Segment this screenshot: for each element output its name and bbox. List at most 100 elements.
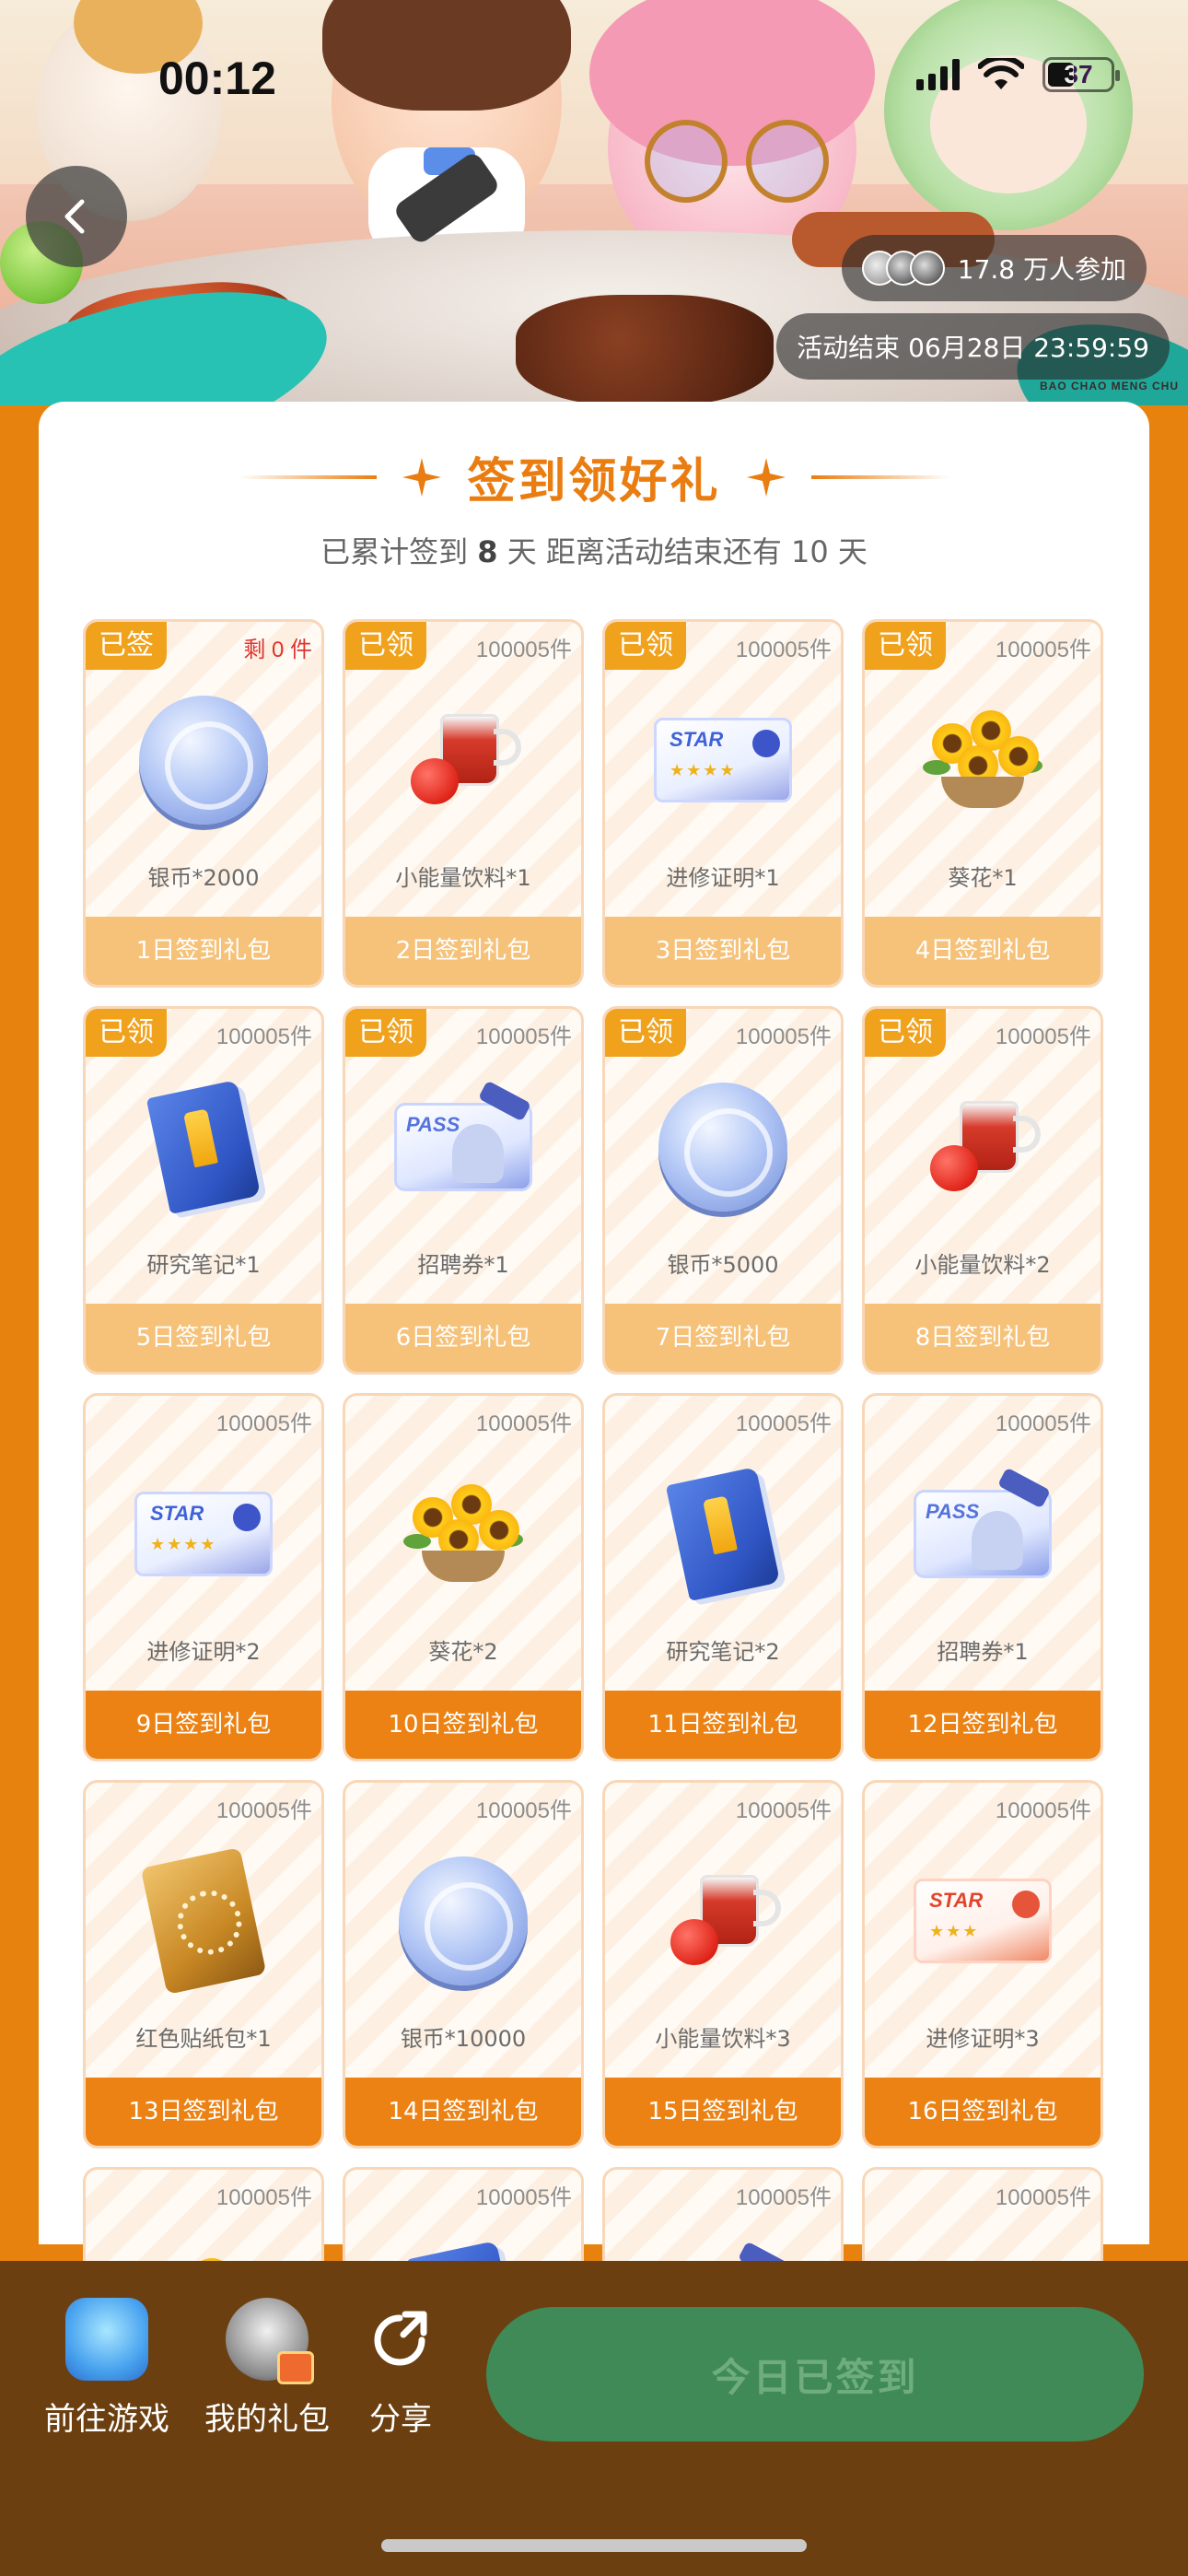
- remaining-count: 100005件: [735, 1025, 832, 1049]
- gift-name: 葵花*2: [428, 1639, 498, 1665]
- remaining-count: 100005件: [215, 1411, 312, 1436]
- gift-card[interactable]: 已领 100005件 银币*5000 7日签到礼包: [602, 1006, 844, 1375]
- remaining-count: 100005件: [995, 2185, 1091, 2210]
- gift-name: 招聘券*1: [937, 1639, 1029, 1665]
- gift-name: 研究笔记*1: [146, 1252, 261, 1278]
- gift-name: 进修证明*2: [146, 1639, 261, 1665]
- share-button[interactable]: 分享: [359, 2298, 442, 2439]
- go-to-game-button[interactable]: 前往游戏: [44, 2298, 169, 2439]
- gift-card[interactable]: 100005件 PASS 招聘券*1 12日签到礼包: [862, 1393, 1103, 1762]
- gift-name: 小能量饮料*1: [395, 865, 531, 891]
- home-indicator[interactable]: [381, 2539, 807, 2552]
- gift-name: 小能量饮料*3: [655, 2026, 791, 2052]
- gift-card[interactable]: 已领 100005件 STAR ★★★★ 进修证明*1 3日签到礼包: [602, 619, 844, 988]
- certificate-icon: STAR ★★★: [914, 1879, 1052, 1963]
- remaining-count: 100005件: [215, 2185, 312, 2210]
- gift-card[interactable]: 100005件 STAR ★★★ 进修证明*3 16日签到礼包: [862, 1780, 1103, 2149]
- gift-day-label: 10日签到礼包: [345, 1691, 581, 1759]
- claimed-badge: 已领: [865, 622, 946, 670]
- gift-image: STAR ★★★: [914, 1856, 1052, 1985]
- participants-pill: 17.8 万人参加: [841, 235, 1147, 301]
- gift-card[interactable]: 100005件 红色贴纸包*1 13日签到礼包: [83, 1780, 324, 2149]
- gift-day-label: 12日签到礼包: [865, 1691, 1101, 1759]
- cellular-signal-icon: [916, 59, 960, 90]
- claimed-badge: 已签: [86, 622, 167, 670]
- gift-image: [134, 1847, 273, 1995]
- silver-coin-icon: [139, 696, 268, 825]
- gift-day-label: 11日签到礼包: [605, 1691, 841, 1759]
- signed-today-button[interactable]: 今日已签到: [486, 2307, 1144, 2441]
- sparkle-icon: [746, 457, 786, 497]
- sunflower-icon: [914, 705, 1052, 815]
- gift-image: [654, 1856, 792, 1985]
- gift-card[interactable]: 已领 100005件 研究笔记*1 5日签到礼包: [83, 1006, 324, 1375]
- remaining-count: 100005件: [995, 1411, 1091, 1436]
- remaining-count: 100005件: [475, 638, 572, 662]
- gift-card[interactable]: 100005件 银币*10000 14日签到礼包: [343, 1780, 584, 2149]
- share-icon-wrap: [359, 2298, 442, 2381]
- claimed-badge: 已领: [605, 622, 686, 670]
- battery-icon: 37: [1042, 57, 1120, 92]
- event-end-time-text: 活动结束 06月28日 23:59:59: [797, 333, 1149, 363]
- event-end-time: 活动结束 06月28日 23:59:59: [776, 313, 1170, 380]
- gift-name: 红色贴纸包*1: [135, 2026, 272, 2052]
- gift-image: [394, 1469, 532, 1598]
- game-logo: BAO CHAO MENG CHU: [1040, 380, 1179, 392]
- remaining-count: 100005件: [735, 1798, 832, 1823]
- claimed-badge: 已领: [605, 1009, 686, 1057]
- gift-card[interactable]: 已领 100005件 PASS 招聘券*1 6日签到礼包: [343, 1006, 584, 1375]
- gift-card[interactable]: 100005件 小能量饮料*3 15日签到礼包: [602, 1780, 844, 2149]
- gift-name: 研究笔记*2: [666, 1639, 780, 1665]
- my-gifts-button[interactable]: 我的礼包: [204, 2298, 330, 2439]
- gift-name: 小能量饮料*2: [914, 1252, 1051, 1278]
- silver-coin-icon: [658, 1083, 787, 1212]
- recruit-pass-icon: PASS: [394, 1080, 532, 1191]
- share-label: 分享: [369, 2401, 432, 2438]
- chef-character-dino: [884, 0, 1133, 230]
- energy-drink-icon: [663, 1866, 783, 1976]
- remaining-count: 100005件: [735, 2185, 832, 2210]
- gift-day-label: 1日签到礼包: [86, 917, 321, 985]
- remaining-count: 100005件: [475, 1798, 572, 1823]
- gift-name: 银币*2000: [147, 865, 260, 891]
- gift-image: [914, 1083, 1052, 1212]
- claimed-badge: 已领: [865, 1009, 946, 1057]
- gift-card[interactable]: 已签 剩 0 件银币*2000 1日签到礼包: [83, 619, 324, 988]
- gift-day-label: 4日签到礼包: [865, 917, 1101, 985]
- gift-day-label: 5日签到礼包: [86, 1304, 321, 1372]
- remaining-count: 100005件: [215, 1798, 312, 1823]
- gift-name: 进修证明*3: [926, 2026, 1040, 2052]
- gift-name: 招聘券*1: [417, 1252, 509, 1278]
- research-notes-icon: [665, 1467, 781, 1601]
- gift-day-label: 9日签到礼包: [86, 1691, 321, 1759]
- gift-name: 葵花*1: [948, 865, 1018, 891]
- gift-card[interactable]: 已领 100005件 葵花*1 4日签到礼包: [862, 619, 1103, 988]
- gift-card[interactable]: 100005件 研究笔记*2 11日签到礼包: [602, 1393, 844, 1762]
- remaining-count: 100005件: [735, 638, 832, 662]
- status-time: 00:12: [158, 53, 276, 104]
- gift-image: [394, 1856, 532, 1985]
- recruit-pass-icon: PASS: [914, 1467, 1052, 1578]
- gift-day-label: 3日签到礼包: [605, 917, 841, 985]
- gift-image: STAR★★★★: [654, 696, 792, 825]
- back-button[interactable]: [26, 166, 127, 267]
- gift-image: PASS: [914, 1467, 1052, 1598]
- share-icon: [374, 2311, 427, 2366]
- gift-card[interactable]: 已领 100005件小能量饮料*1 2日签到礼包: [343, 619, 584, 988]
- gift-image: [914, 696, 1052, 825]
- summary-rest: 天 距离活动结束还有 10 天: [507, 534, 868, 569]
- status-icons: 37: [916, 57, 1120, 92]
- remaining-count: 剩 0 件: [243, 638, 312, 662]
- claimed-badge: 已领: [345, 622, 426, 670]
- gift-card[interactable]: 100005件 葵花*2 10日签到礼包: [343, 1393, 584, 1762]
- gift-name: 进修证明*1: [666, 865, 780, 891]
- summary-prefix: 已累计签到: [320, 534, 469, 569]
- avatar: [226, 2298, 314, 2384]
- gift-day-label: 2日签到礼包: [345, 917, 581, 985]
- remaining-count: 100005件: [995, 1025, 1091, 1049]
- gift-image: [654, 1083, 792, 1212]
- gift-card[interactable]: 100005件 STAR ★★★★ 进修证明*2 9日签到礼包: [83, 1393, 324, 1762]
- gift-card[interactable]: 已领 100005件 小能量饮料*2 8日签到礼包: [862, 1006, 1103, 1375]
- go-to-game-label: 前往游戏: [44, 2401, 169, 2438]
- my-gifts-label: 我的礼包: [204, 2401, 330, 2438]
